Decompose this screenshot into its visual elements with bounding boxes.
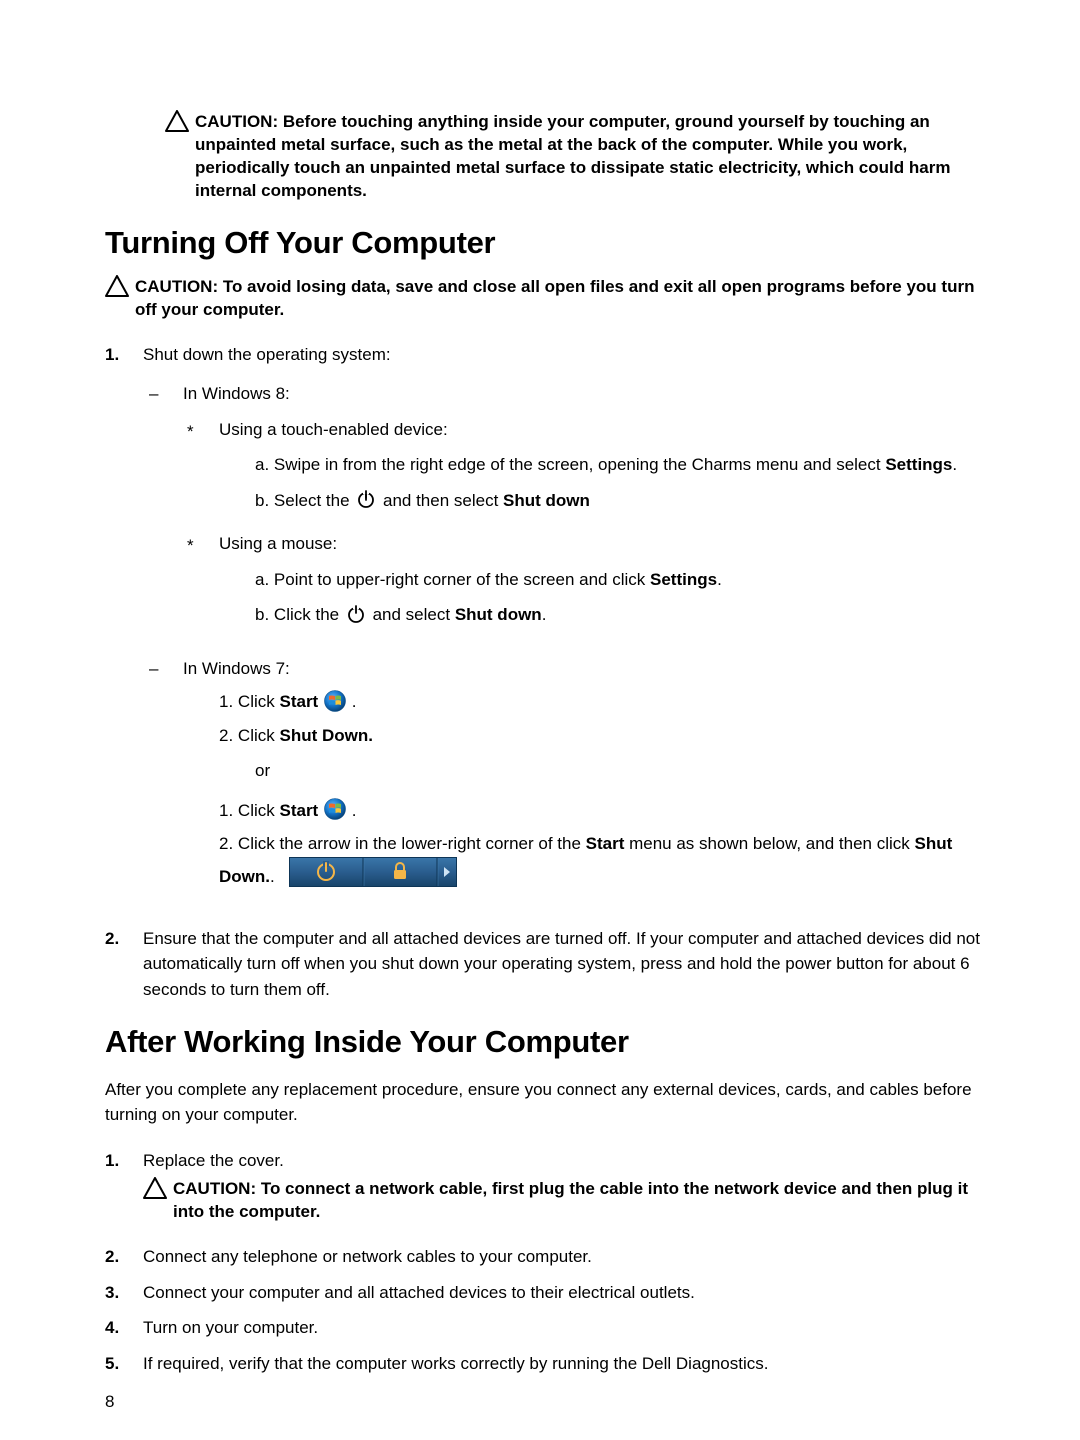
win8-touch: Using a touch-enabled device: a. Swipe i… [183,417,980,524]
win8-methods: Using a touch-enabled device: a. Swipe i… [183,417,980,638]
bold-down: Down. [219,867,270,886]
bold-shutdown: Shut Down. [279,726,372,745]
marker-a: a. [255,570,269,589]
after-step-1: 1. Replace the cover. CAUTION: To connec… [105,1148,980,1234]
win8-label: In Windows 8: [183,384,290,403]
bold-shutdown: Shut down [503,491,590,510]
step-number: 4. [105,1315,143,1341]
turn-off-steps: 1. Shut down the operating system: In Wi… [105,342,980,1003]
win8-mouse-b: b. Click the and select Shut down. [255,602,980,628]
text-pre: Select the [274,491,354,510]
os-windows-7: In Windows 7: 1. Click Start [143,656,980,906]
caution-network-cable: CAUTION: To connect a network cable, fir… [143,1177,980,1224]
power-icon [356,489,376,509]
after-step-5: 5. If required, verify that the computer… [105,1351,980,1377]
marker-2: 2. [219,726,233,745]
win8-touch-b: b. Select the and then select Shut down [255,488,980,514]
bold-shutdown: Shut down [455,605,542,624]
win8-touch-label: Using a touch-enabled device: [219,420,448,439]
win8-mouse-label: Using a mouse: [219,534,337,553]
step-number: 1. [105,342,143,916]
marker-1: 1. [219,692,233,711]
step-text: Connect any telephone or network cables … [143,1247,592,1266]
tail: . [270,867,275,886]
heading-turning-off: Turning Off Your Computer [105,225,980,261]
text: Point to upper-right corner of the scree… [274,570,650,589]
step-text: If required, verify that the computer wo… [143,1354,769,1373]
text-pre: Click the arrow in the lower-right corne… [238,834,586,853]
after-intro-text: After you complete any replacement proce… [105,1078,980,1127]
after-steps: 1. Replace the cover. CAUTION: To connec… [105,1148,980,1376]
win8-mouse-steps: a. Point to upper-right corner of the sc… [255,567,980,628]
os-windows-8: In Windows 8: Using a touch-enabled devi… [143,381,980,646]
win7-a1: 1. Click Start [219,689,980,715]
text-pre: Click the [274,605,344,624]
bold-start: Start [279,801,318,820]
step-1-text: Shut down the operating system: [143,345,391,364]
win7-b2: 2. Click the arrow in the lower-right co… [219,831,980,898]
marker-1: 1. [219,801,233,820]
step-text: Turn on your computer. [143,1318,318,1337]
bold-start: Start [279,692,318,711]
marker-a: a. [255,455,269,474]
win7-b-steps: 1. Click Start [219,798,980,898]
win7-b1: 1. Click Start [219,798,980,824]
caution-text: CAUTION: To avoid losing data, save and … [135,275,980,322]
or-text: or [255,758,980,784]
text-end: . [952,455,957,474]
text-pre: Click [238,801,280,820]
text-pre: Click [238,726,280,745]
text-pre: Click [238,692,280,711]
text-end: . [352,692,357,711]
step-number: 5. [105,1351,143,1377]
win8-mouse-a: a. Point to upper-right corner of the sc… [255,567,980,593]
step-number: 1. [105,1148,143,1234]
start-orb-icon [324,798,346,820]
step-number: 2. [105,1244,143,1270]
power-icon [346,604,366,624]
step-1: 1. Shut down the operating system: In Wi… [105,342,980,916]
caution-save-data: CAUTION: To avoid losing data, save and … [105,275,980,322]
marker-b: b. [255,491,269,510]
win7-a-steps: 1. Click Start [219,689,980,748]
step-2: 2. Ensure that the computer and all atta… [105,926,980,1003]
heading-after-working: After Working Inside Your Computer [105,1024,980,1060]
win8-touch-steps: a. Swipe in from the right edge of the s… [255,452,980,513]
text-end: . [542,605,547,624]
bold-settings: Settings [650,570,717,589]
start-orb-icon [324,690,346,712]
win8-touch-a: a. Swipe in from the right edge of the s… [255,452,980,478]
bold-start: Start [586,834,625,853]
text-mid: and then select [383,491,503,510]
after-step-4: 4. Turn on your computer. [105,1315,980,1341]
after-step-2: 2. Connect any telephone or network cabl… [105,1244,980,1270]
caution-ground-yourself: CAUTION: Before touching anything inside… [165,110,980,203]
text: Swipe in from the right edge of the scre… [274,455,885,474]
caution-text: CAUTION: Before touching anything inside… [195,110,980,203]
caution-icon [143,1177,167,1199]
step-number: 3. [105,1280,143,1306]
win8-mouse: Using a mouse: a. Point to upper-right c… [183,531,980,638]
win7-a2: 2. Click Shut Down. [219,723,980,749]
step-text: Connect your computer and all attached d… [143,1283,695,1302]
marker-2: 2. [219,834,233,853]
step-2-text: Ensure that the computer and all attache… [143,929,980,999]
step-number: 2. [105,926,143,1003]
text-mid: menu as shown below, and then click [624,834,914,853]
text-mid: and select [373,605,455,624]
shutdown-toolbar-image [289,857,457,898]
page-number: 8 [105,1392,114,1412]
bold-shut: Shut [914,834,952,853]
after-step-3: 3. Connect your computer and all attache… [105,1280,980,1306]
text-end: . [352,801,357,820]
win7-label: In Windows 7: [183,659,290,678]
caution-text: CAUTION: To connect a network cable, fir… [173,1177,980,1224]
os-list: In Windows 8: Using a touch-enabled devi… [143,381,980,906]
marker-b: b. [255,605,269,624]
text-end: . [717,570,722,589]
step-text: Replace the cover. [143,1151,284,1170]
caution-icon [165,110,189,132]
caution-icon [105,275,129,297]
bold-settings: Settings [885,455,952,474]
